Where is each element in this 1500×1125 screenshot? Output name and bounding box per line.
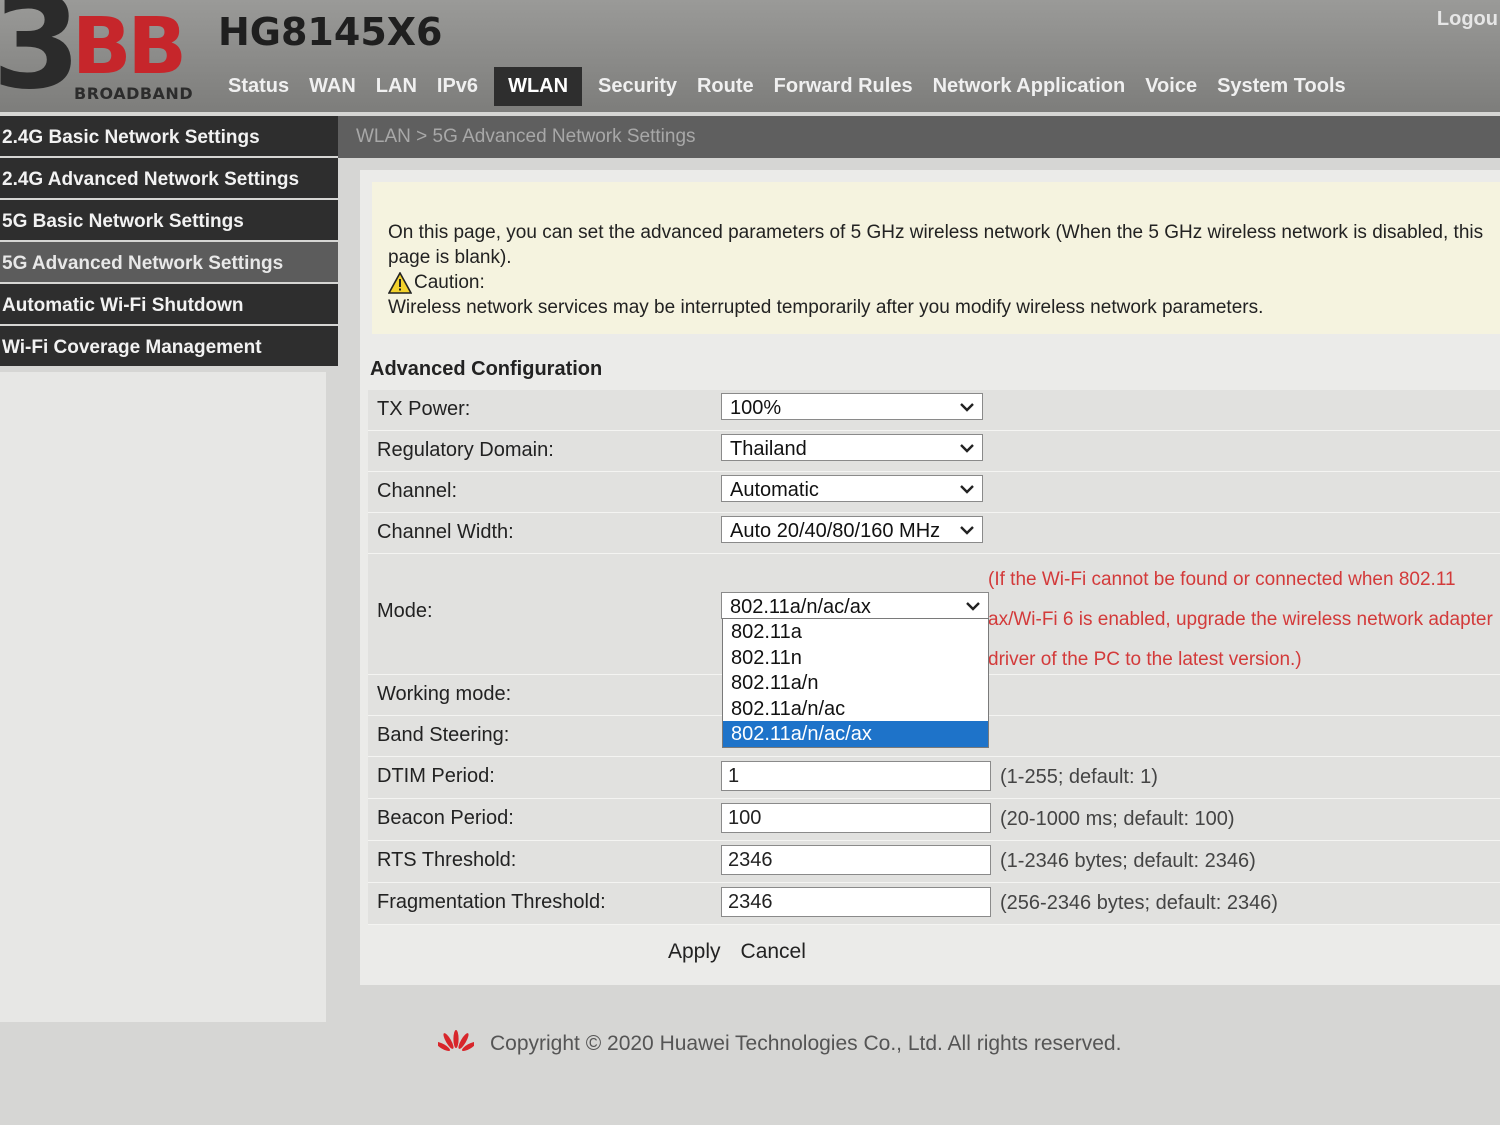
regulatory-domain-value: Thailand (730, 438, 807, 460)
mode-option-80211n[interactable]: 802.11n (723, 645, 988, 671)
dtim-period-label: DTIM Period: (377, 765, 495, 787)
nav-tab-route[interactable]: Route (687, 75, 764, 106)
dtim-period-input[interactable] (721, 761, 991, 791)
main-nav: Status WAN LAN IPv6 WLAN Security Route … (218, 66, 1356, 106)
regulatory-domain-row: Regulatory Domain: Thailand (368, 431, 1500, 472)
mode-value: 802.11a/n/ac/ax (730, 596, 871, 618)
channel-label: Channel: (377, 480, 458, 502)
logo-letters: BB (72, 2, 187, 92)
chevron-down-icon (960, 526, 974, 535)
form-buttons: Apply Cancel (660, 936, 814, 968)
mode-option-80211an[interactable]: 802.11a/n (723, 670, 988, 696)
nav-tab-wlan[interactable]: WLAN (494, 67, 583, 106)
footer: Copyright © 2020 Huawei Technologies Co.… (438, 1030, 1121, 1058)
channel-width-row: Channel Width: Auto 20/40/80/160 MHz (368, 513, 1500, 554)
channel-width-label: Channel Width: (377, 521, 514, 543)
notice-description: On this page, you can set the advanced p… (388, 222, 1484, 268)
sidebar-item-5g-advanced[interactable]: 5G Advanced Network Settings (0, 242, 338, 282)
nav-tab-network-application[interactable]: Network Application (923, 75, 1136, 106)
logout-link[interactable]: Logou (1437, 8, 1498, 31)
channel-select[interactable]: Automatic (721, 475, 983, 502)
mode-dropdown-list: 802.11a 802.11n 802.11a/n 802.11a/n/ac 8… (722, 618, 989, 748)
fragmentation-threshold-input[interactable] (721, 887, 991, 917)
tx-power-label: TX Power: (377, 398, 471, 420)
breadcrumb-bar: WLAN > 5G Advanced Network Settings (338, 116, 1500, 158)
sidebar-item-auto-wifi-shutdown[interactable]: Automatic Wi-Fi Shutdown (0, 284, 338, 324)
section-title: Advanced Configuration (370, 358, 603, 380)
dtim-period-hint: (1-255; default: 1) (1000, 766, 1158, 788)
sidebar-background (0, 372, 326, 1022)
header-bar: 3 BB BROADBAND HG8145X6 Logou Status WAN… (0, 0, 1500, 112)
breadcrumb: WLAN > 5G Advanced Network Settings (356, 126, 696, 147)
tx-power-row: TX Power: 100% (368, 390, 1500, 431)
band-steering-label: Band Steering: (377, 724, 510, 746)
mode-option-80211a[interactable]: 802.11a (723, 619, 988, 645)
channel-row: Channel: Automatic (368, 472, 1500, 513)
chevron-down-icon (960, 485, 974, 494)
mode-option-80211anacax[interactable]: 802.11a/n/ac/ax (723, 721, 988, 747)
regulatory-domain-label: Regulatory Domain: (377, 439, 554, 461)
rts-threshold-label: RTS Threshold: (377, 849, 517, 871)
fragmentation-threshold-row: Fragmentation Threshold: (256-2346 bytes… (368, 883, 1500, 925)
logo-subtitle: BROADBAND (74, 84, 194, 103)
rts-threshold-row: RTS Threshold: (1-2346 bytes; default: 2… (368, 841, 1500, 883)
nav-tab-forward-rules[interactable]: Forward Rules (764, 75, 923, 106)
working-mode-label: Working mode: (377, 683, 512, 705)
nav-tab-ipv6[interactable]: IPv6 (427, 75, 488, 106)
mode-label: Mode: (377, 600, 433, 622)
tx-power-value: 100% (730, 397, 782, 419)
beacon-period-row: Beacon Period: (20-1000 ms; default: 100… (368, 799, 1500, 841)
sidebar-item-wifi-coverage[interactable]: Wi-Fi Coverage Management (0, 326, 338, 366)
dtim-period-row: DTIM Period: (1-255; default: 1) (368, 757, 1500, 799)
mode-option-80211anac[interactable]: 802.11a/n/ac (723, 696, 988, 722)
nav-tab-wan[interactable]: WAN (299, 75, 366, 106)
apply-button[interactable]: Apply (660, 936, 729, 968)
sidebar-item-5g-basic[interactable]: 5G Basic Network Settings (0, 200, 338, 240)
mode-warning-note: (If the Wi-Fi cannot be found or connect… (988, 569, 1493, 670)
warning-triangle-icon (388, 271, 412, 294)
nav-tab-security[interactable]: Security (588, 75, 687, 106)
beacon-period-label: Beacon Period: (377, 807, 514, 829)
3bb-logo: 3 BB BROADBAND (0, 0, 210, 118)
nav-tab-status[interactable]: Status (218, 75, 299, 106)
chevron-down-icon (960, 403, 974, 412)
channel-width-value: Auto 20/40/80/160 MHz (730, 520, 941, 542)
chevron-down-icon (966, 602, 980, 611)
huawei-logo-icon (438, 1030, 474, 1052)
sidebar-item-24g-basic[interactable]: 2.4G Basic Network Settings (0, 116, 338, 156)
beacon-period-hint: (20-1000 ms; default: 100) (1000, 808, 1235, 830)
device-title: HG8145X6 (218, 10, 443, 54)
mode-select[interactable]: 802.11a/n/ac/ax (721, 592, 989, 619)
notice-box: On this page, you can set the advanced p… (372, 182, 1500, 334)
rts-threshold-input[interactable] (721, 845, 991, 875)
fragmentation-threshold-label: Fragmentation Threshold: (377, 891, 606, 913)
nav-tab-voice[interactable]: Voice (1135, 75, 1207, 106)
content-panel: On this page, you can set the advanced p… (360, 170, 1500, 985)
channel-value: Automatic (730, 479, 819, 501)
caution-label: Caution: (414, 272, 485, 293)
chevron-down-icon (960, 444, 974, 453)
sidebar: 2.4G Basic Network Settings 2.4G Advance… (0, 116, 338, 368)
cancel-button[interactable]: Cancel (732, 936, 814, 968)
fragmentation-threshold-hint: (256-2346 bytes; default: 2346) (1000, 892, 1278, 914)
channel-width-select[interactable]: Auto 20/40/80/160 MHz (721, 516, 983, 543)
tx-power-select[interactable]: 100% (721, 393, 983, 420)
copyright-text: Copyright © 2020 Huawei Technologies Co.… (490, 1032, 1122, 1055)
caution-text: Wireless network services may be interru… (388, 297, 1264, 318)
regulatory-domain-select[interactable]: Thailand (721, 434, 983, 461)
nav-tab-system-tools[interactable]: System Tools (1207, 75, 1356, 106)
beacon-period-input[interactable] (721, 803, 991, 833)
sidebar-item-24g-advanced[interactable]: 2.4G Advanced Network Settings (0, 158, 338, 198)
logo-number: 3 (0, 0, 82, 118)
nav-tab-lan[interactable]: LAN (366, 75, 427, 106)
rts-threshold-hint: (1-2346 bytes; default: 2346) (1000, 850, 1256, 872)
